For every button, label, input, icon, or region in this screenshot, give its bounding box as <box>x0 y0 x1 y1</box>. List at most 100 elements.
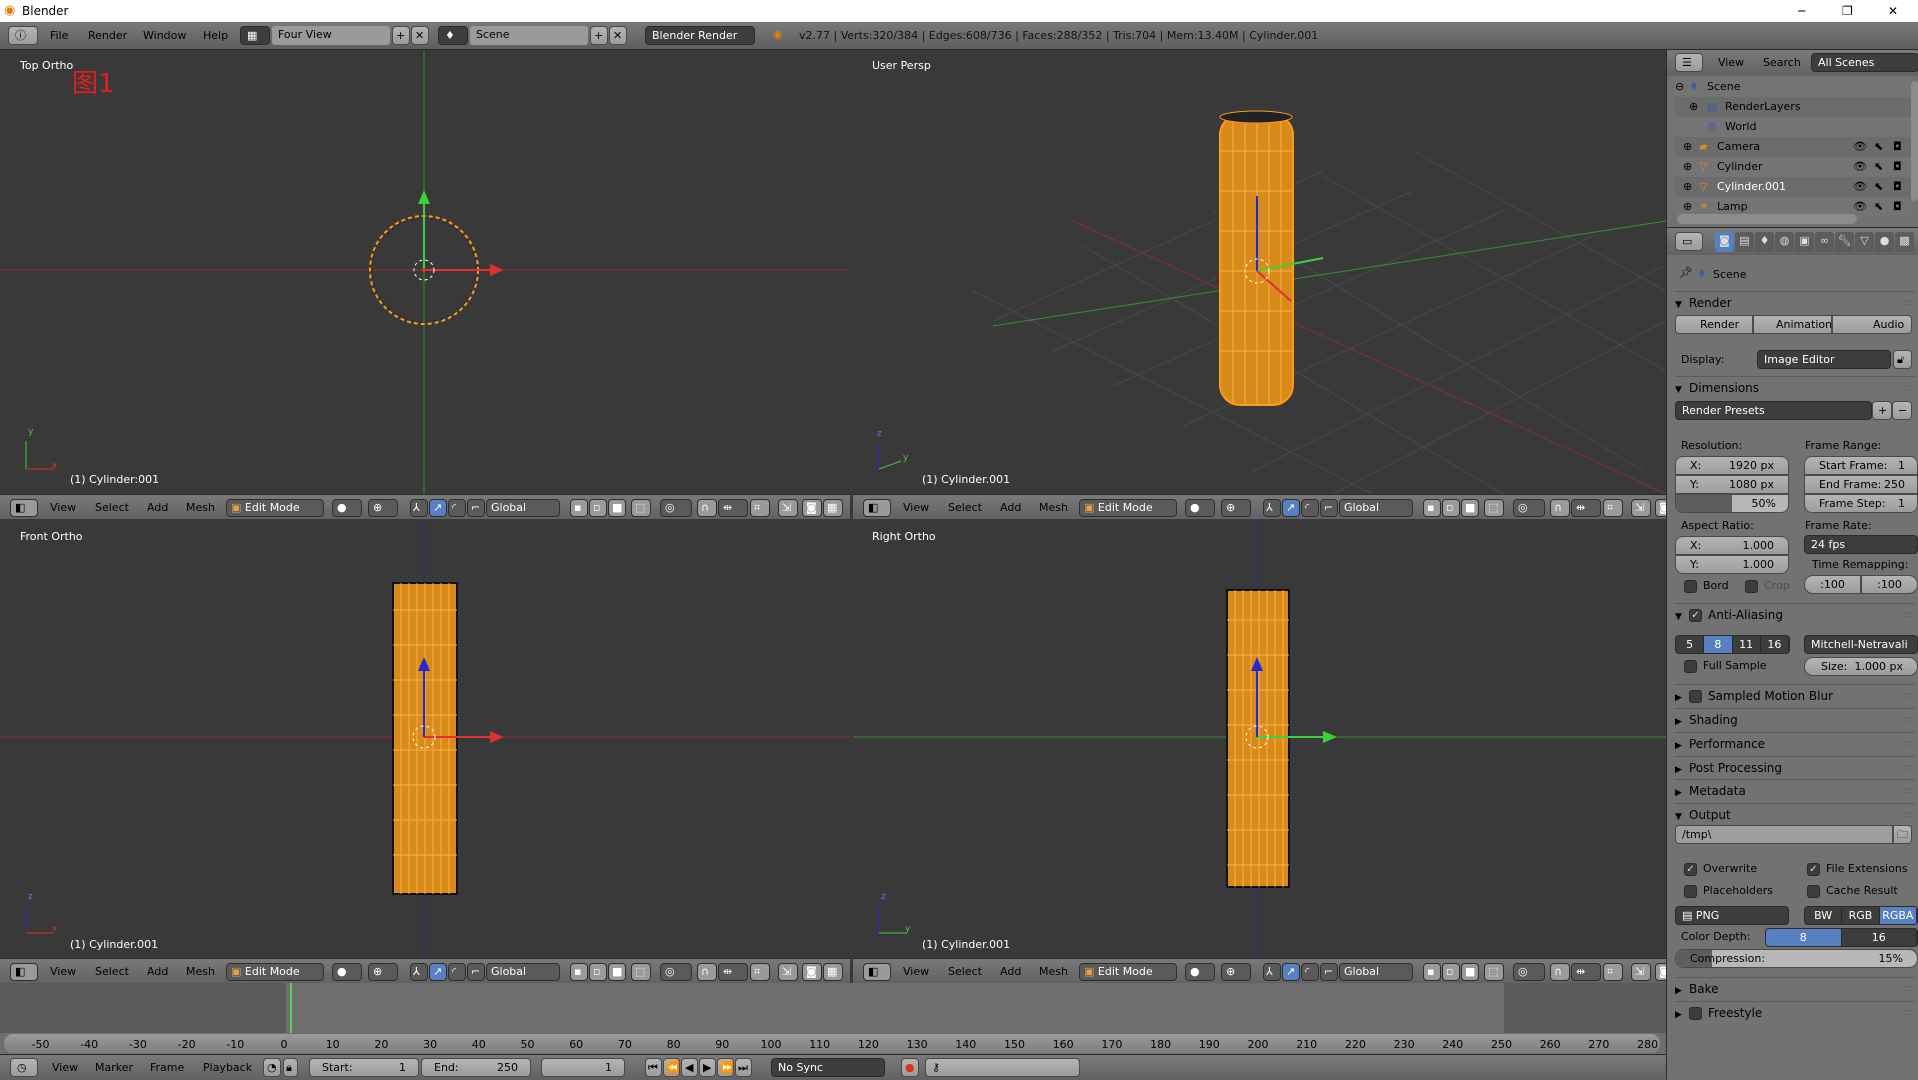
section-shading[interactable]: ▶ Shading:::: <box>1675 708 1915 732</box>
translate-manipulator-button[interactable]: ↗ <box>1282 499 1300 517</box>
rotate-manipulator-button[interactable]: ◜ <box>448 963 466 981</box>
edge-select-button[interactable]: ▫ <box>1442 499 1460 517</box>
render-presets-dropdown[interactable]: Render Presets <box>1675 401 1872 420</box>
translate-manipulator-button[interactable]: ↗ <box>429 499 447 517</box>
file-extensions-checkbox[interactable]: ✓ File Extensions <box>1807 862 1908 876</box>
rotate-manipulator-button[interactable]: ◜ <box>1301 499 1319 517</box>
vertex-select-button[interactable]: ▪ <box>570 963 588 981</box>
close-button[interactable]: ✕ <box>1888 0 1898 22</box>
lock-interface-button[interactable]: 🔓︎ <box>1893 350 1912 369</box>
section-sampled-motion-blur[interactable]: ▶ Sampled Motion Blur:::: <box>1675 684 1915 708</box>
visibility-eye-icon[interactable]: 👁︎ <box>1853 197 1867 217</box>
viewport-menu-view[interactable]: View <box>903 965 929 978</box>
outliner-item[interactable]: ⊖ ♦ Scene <box>1675 77 1911 97</box>
color-mode-option[interactable]: RGB <box>1842 907 1880 924</box>
viewport-shading-dropdown[interactable]: ● <box>1185 963 1215 981</box>
jump-keyframe-forward-button[interactable]: ⏩ <box>717 1058 734 1077</box>
timeline-ruler[interactable]: -50 -40 -30 -20 -10 0 10 20 30 40 50 60 70 80 90 100 110… <box>4 1034 1660 1053</box>
pivot-point-dropdown[interactable]: ⊕ <box>1221 499 1251 517</box>
motion-blur-checkbox[interactable] <box>1689 690 1702 703</box>
visibility-eye-icon[interactable]: 👁︎ <box>1853 137 1867 157</box>
viewport-menu-mesh[interactable]: Mesh <box>1039 965 1068 978</box>
screen-layout-field[interactable]: Four View <box>272 26 390 45</box>
outliner-item[interactable]: ⊕ ▤ RenderLayers <box>1675 97 1911 117</box>
mode-dropdown[interactable]: ▣ Edit Mode <box>226 963 324 981</box>
proportional-editing-dropdown[interactable]: ◎ <box>660 963 692 981</box>
snap-target-button[interactable]: ⌗ <box>750 499 770 517</box>
viewport-right-ortho[interactable]: Right Ortho z y (1) Cylinder.001 <box>853 520 1666 958</box>
renderable-camera-icon[interactable]: ◘ <box>1893 137 1902 157</box>
viewport-shading-dropdown[interactable]: ● <box>332 499 362 517</box>
viewport-menu-select[interactable]: Select <box>948 501 982 514</box>
renderable-camera-icon[interactable]: ◘ <box>1893 157 1902 177</box>
timeline-menu-view[interactable]: View <box>52 1061 78 1074</box>
snap-element-dropdown[interactable]: ⇹ <box>718 499 748 517</box>
compression-slider[interactable]: Compression: 15% <box>1675 949 1918 968</box>
current-frame-field[interactable]: 1 <box>541 1058 625 1077</box>
translate-manipulator-button[interactable]: ↗ <box>429 963 447 981</box>
display-dropdown[interactable]: Image Editor <box>1757 350 1891 369</box>
tab-modifiers-icon[interactable]: 🔧︎ <box>1835 232 1854 252</box>
manipulator-toggle[interactable]: ⅄ <box>410 499 428 517</box>
face-select-button[interactable]: ■ <box>608 963 626 981</box>
maximize-button[interactable]: ❐ <box>1842 0 1853 22</box>
viewport-menu-mesh[interactable]: Mesh <box>1039 501 1068 514</box>
tab-scene-icon[interactable]: ♦ <box>1755 232 1774 252</box>
cache-result-checkbox[interactable]: Cache Result <box>1807 884 1898 898</box>
delete-scene-button[interactable]: ✕ <box>609 26 627 45</box>
freestyle-checkbox[interactable] <box>1689 1007 1702 1020</box>
outliner-item[interactable]: ⊕ 👁︎ ⬉ ◘ ▰ Camera <box>1675 137 1911 157</box>
viewport-top-ortho[interactable]: Top Ortho 图1 y x (1) Cylinder:001 <box>0 51 850 494</box>
tab-material-icon[interactable]: ● <box>1875 232 1894 252</box>
editor-type-properties-button[interactable]: ▭ <box>1675 232 1703 251</box>
tab-constraints-icon[interactable]: ∞ <box>1815 232 1834 252</box>
scale-manipulator-button[interactable]: ⌐ <box>467 963 485 981</box>
edge-select-button[interactable]: ▫ <box>589 499 607 517</box>
section-anti-aliasing[interactable]: ▼ ✓ Anti-Aliasing:::: <box>1675 603 1915 627</box>
snap-element-dropdown[interactable]: ⇹ <box>1571 499 1601 517</box>
section-metadata[interactable]: ▶ Metadata:::: <box>1675 779 1915 803</box>
pivot-point-dropdown[interactable]: ⊕ <box>368 963 398 981</box>
resolution-percentage-slider[interactable]: 50% <box>1675 494 1789 513</box>
play-button[interactable]: ▶ <box>699 1058 716 1077</box>
timeline-editor[interactable]: -50 -40 -30 -20 -10 0 10 20 30 40 50 60 70 80 90 100 110… <box>0 983 1666 1054</box>
render-button[interactable]: Render <box>1675 315 1753 334</box>
lock-range-icon[interactable]: 🔒︎ <box>283 1058 298 1077</box>
copy-render-button[interactable]: ⇲ <box>1631 963 1651 981</box>
copy-render-button[interactable]: ⇲ <box>778 963 798 981</box>
tab-world-icon[interactable]: ◍ <box>1775 232 1794 252</box>
snap-element-dropdown[interactable]: ⇹ <box>718 963 748 981</box>
manipulator-toggle[interactable]: ⅄ <box>1263 499 1281 517</box>
snap-target-button[interactable]: ⌗ <box>1603 963 1623 981</box>
tab-data-icon[interactable]: ▽ <box>1855 232 1874 252</box>
section-performance[interactable]: ▶ Performance:::: <box>1675 732 1915 756</box>
overwrite-checkbox[interactable]: ✓ Overwrite <box>1684 862 1757 876</box>
outliner-menu-view[interactable]: View <box>1718 56 1744 69</box>
collapse-icon[interactable]: ⊖ <box>1675 77 1684 97</box>
selectable-cursor-icon[interactable]: ⬉ <box>1874 177 1883 197</box>
limit-selection-visible-button[interactable]: ⬚ <box>631 499 651 517</box>
selectable-cursor-icon[interactable]: ⬉ <box>1874 157 1883 177</box>
snap-target-button[interactable]: ⌗ <box>1603 499 1623 517</box>
browse-folder-button[interactable]: 🗀 <box>1893 825 1912 844</box>
viewport-shading-dropdown[interactable]: ● <box>332 963 362 981</box>
scale-manipulator-button[interactable]: ⌐ <box>467 499 485 517</box>
animation-button[interactable]: Animation <box>1753 315 1832 334</box>
snap-toggle[interactable]: ∩ <box>697 963 717 981</box>
menu-file[interactable]: File <box>50 29 68 42</box>
minimize-button[interactable]: ─ <box>1798 0 1805 22</box>
proportional-editing-dropdown[interactable]: ◎ <box>660 499 692 517</box>
snap-toggle[interactable]: ∩ <box>1550 499 1570 517</box>
face-select-button[interactable]: ■ <box>1461 963 1479 981</box>
pin-icon[interactable]: 📌︎ <box>1679 266 1693 279</box>
tab-render-icon[interactable]: ◙ <box>1715 232 1734 252</box>
manipulator-toggle[interactable]: ⅄ <box>410 963 428 981</box>
snap-toggle[interactable]: ∩ <box>697 499 717 517</box>
timeline-menu-frame[interactable]: Frame <box>150 1061 184 1074</box>
scene-icon[interactable]: ♦ <box>438 26 468 45</box>
transform-orientation-dropdown[interactable]: Global <box>486 499 560 517</box>
edge-select-button[interactable]: ▫ <box>1442 963 1460 981</box>
opengl-render-animation-button[interactable]: ▦ <box>823 963 843 981</box>
face-select-button[interactable]: ■ <box>1461 499 1479 517</box>
aa-sample-option[interactable]: 11 <box>1733 636 1761 653</box>
